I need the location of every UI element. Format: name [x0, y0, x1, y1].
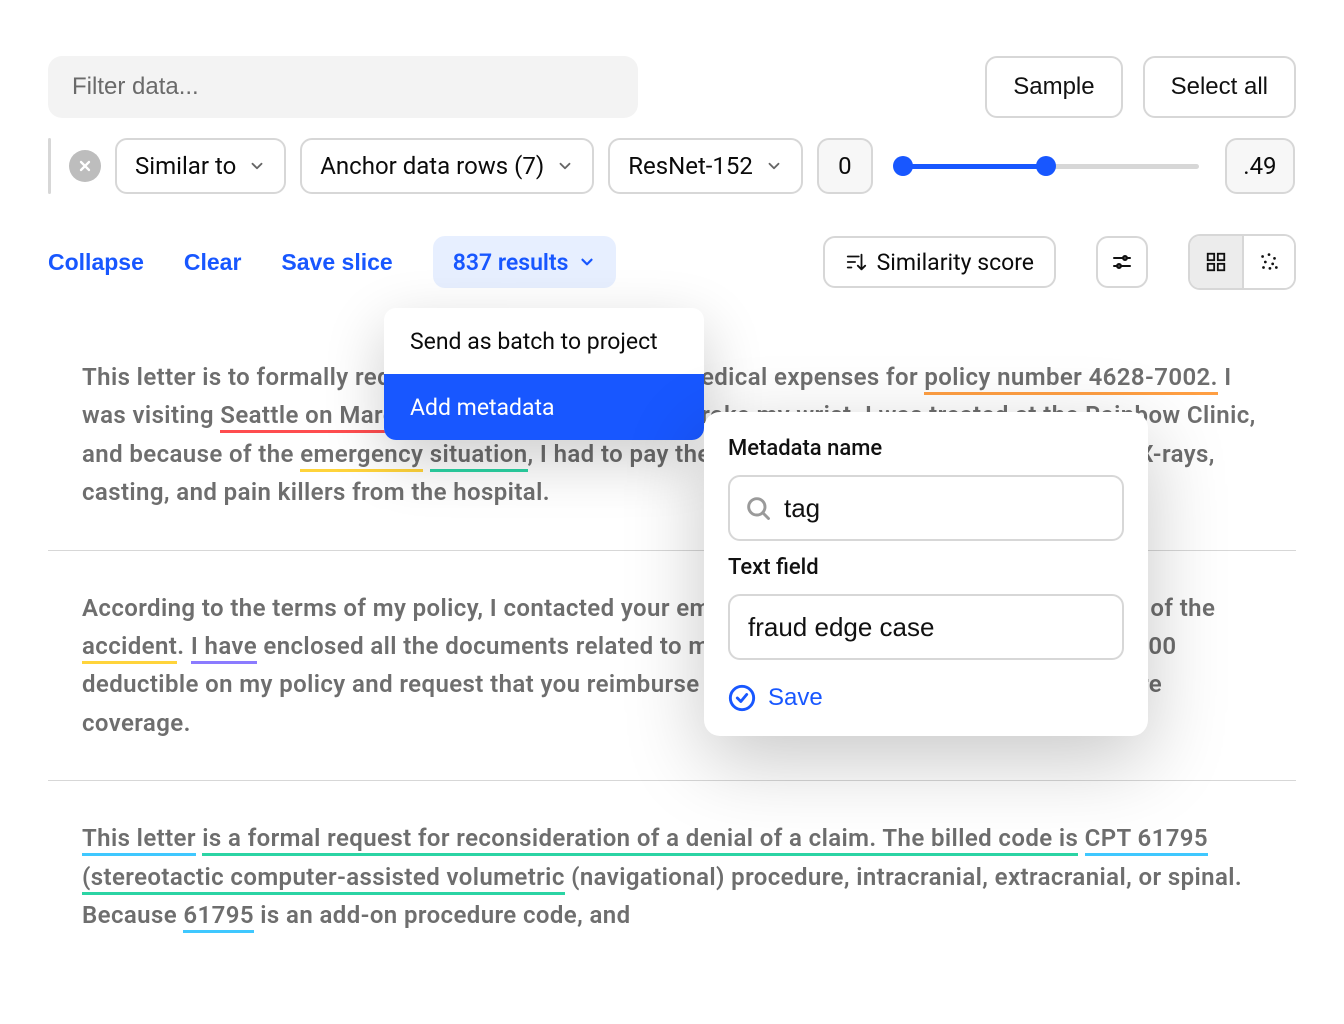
- results-context-menu: Send as batch to project Add metadata: [384, 308, 704, 440]
- filter-rule-divider: [48, 138, 51, 194]
- metadata-popover: Metadata name Text field Save: [704, 412, 1148, 736]
- check-circle-icon: [728, 684, 756, 712]
- sort-dropdown[interactable]: Similarity score: [823, 236, 1056, 288]
- highlighted-text: (stereotactic computer-assisted volumetr…: [82, 863, 565, 895]
- save-slice-button[interactable]: Save slice: [281, 249, 392, 276]
- sort-label: Similarity score: [877, 249, 1034, 276]
- chevron-down-icon: [765, 157, 783, 175]
- menu-add-metadata[interactable]: Add metadata: [384, 374, 704, 440]
- highlighted-text: policy number 4628-7002.: [924, 363, 1218, 395]
- grid-view-button[interactable]: [1190, 236, 1242, 288]
- slider-max-value: .49: [1225, 138, 1295, 194]
- collapse-button[interactable]: Collapse: [48, 249, 144, 276]
- similarity-slider[interactable]: [899, 138, 1199, 194]
- chevron-down-icon: [578, 253, 596, 271]
- sample-label: Sample: [1013, 73, 1094, 101]
- results-count-label: 837 results: [453, 249, 569, 276]
- search-icon: [744, 494, 772, 522]
- close-icon: [77, 158, 93, 174]
- scatter-icon: [1258, 251, 1280, 273]
- select-all-label: Select all: [1171, 73, 1268, 101]
- results-dropdown[interactable]: 837 results: [433, 236, 617, 288]
- metadata-name-label: Metadata name: [728, 436, 1124, 461]
- sample-button[interactable]: Sample: [985, 56, 1122, 118]
- highlighted-text: situation: [430, 440, 528, 472]
- select-all-button[interactable]: Select all: [1143, 56, 1296, 118]
- highlighted-text: is a formal request for reconsideration …: [202, 824, 1078, 856]
- remove-filter-button[interactable]: [69, 150, 101, 182]
- highlighted-text: CPT 61795: [1085, 824, 1208, 856]
- filter-input[interactable]: [48, 56, 638, 118]
- settings-button[interactable]: [1096, 236, 1148, 288]
- highlighted-text: emergency: [300, 440, 423, 472]
- model-dropdown[interactable]: ResNet-152: [608, 138, 803, 194]
- sliders-icon: [1110, 250, 1134, 274]
- anchor-rows-label: Anchor data rows (7): [320, 152, 544, 180]
- highlighted-text: I have: [191, 632, 257, 664]
- text-field-label: Text field: [728, 555, 1124, 580]
- result-text: This letter is a formal request for reco…: [82, 819, 1262, 934]
- metadata-save-button[interactable]: Save: [728, 680, 1124, 716]
- model-label: ResNet-152: [628, 152, 753, 180]
- result-row[interactable]: This letter is a formal request for reco…: [48, 781, 1296, 972]
- highlighted-text: 61795: [183, 901, 254, 933]
- chevron-down-icon: [556, 157, 574, 175]
- chevron-down-icon: [248, 157, 266, 175]
- metadata-text-input[interactable]: [728, 594, 1124, 660]
- slider-thumb-max[interactable]: [1036, 156, 1056, 176]
- sort-icon: [845, 251, 867, 273]
- similar-to-dropdown[interactable]: Similar to: [115, 138, 286, 194]
- highlighted-text: accident: [82, 632, 177, 664]
- grid-icon: [1205, 251, 1227, 273]
- menu-send-batch[interactable]: Send as batch to project: [384, 308, 704, 374]
- clear-button[interactable]: Clear: [184, 249, 242, 276]
- slider-fill: [903, 164, 1050, 169]
- metadata-name-input[interactable]: [728, 475, 1124, 541]
- slider-min-value: 0: [817, 138, 873, 194]
- similar-to-label: Similar to: [135, 152, 236, 180]
- highlighted-text: This letter: [82, 824, 196, 856]
- save-label: Save: [768, 684, 823, 712]
- slider-thumb-min[interactable]: [893, 156, 913, 176]
- scatter-view-button[interactable]: [1242, 236, 1294, 288]
- anchor-rows-dropdown[interactable]: Anchor data rows (7): [300, 138, 594, 194]
